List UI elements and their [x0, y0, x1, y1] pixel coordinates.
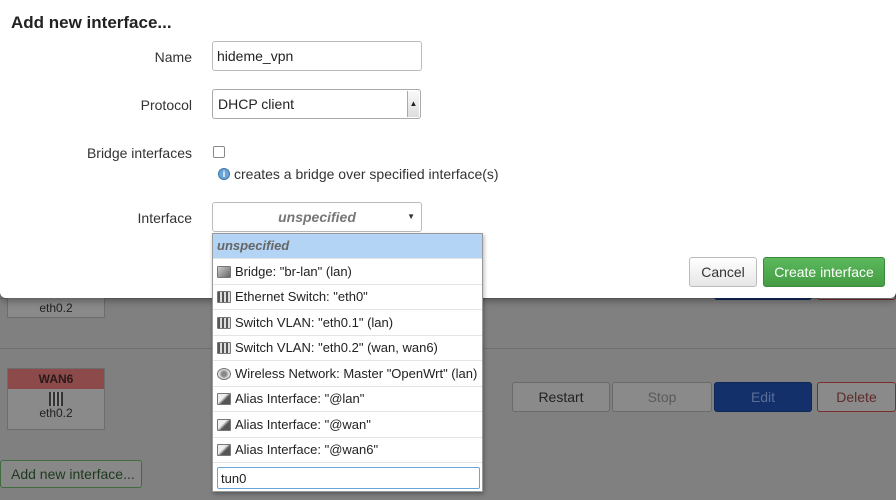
alias-icon — [217, 393, 231, 405]
ethernet-icon — [217, 291, 231, 303]
create-interface-button[interactable]: Create interface — [763, 257, 885, 287]
chevron-down-icon: ▼ — [407, 212, 415, 221]
restart-button[interactable]: Restart — [512, 382, 610, 412]
interface-name: WAN6 — [8, 369, 104, 389]
protocol-label: Protocol — [140, 97, 192, 113]
dropdown-item-label: Bridge: "br-lan" (lan) — [235, 264, 352, 279]
dropdown-item-label: Alias Interface: "@wan6" — [235, 442, 379, 457]
dropdown-item-vlan-eth0-1[interactable]: Switch VLAN: "eth0.1" (lan) — [213, 311, 482, 336]
dropdown-item-label: Switch VLAN: "eth0.1" (lan) — [235, 315, 394, 330]
bridge-icon — [217, 266, 231, 278]
select-arrows-icon: ▲ — [407, 91, 419, 117]
dropdown-item-label: Ethernet Switch: "eth0" — [235, 289, 368, 304]
name-input[interactable] — [212, 41, 422, 71]
interface-card-wan6: WAN6 eth0.2 — [7, 368, 105, 430]
edit-button[interactable]: Edit — [714, 382, 812, 412]
dropdown-item-alias-lan[interactable]: Alias Interface: "@lan" — [213, 387, 482, 412]
alias-icon — [217, 419, 231, 431]
interface-dropdown: unspecified Bridge: "br-lan" (lan) Ether… — [212, 233, 483, 492]
modal-title: Add new interface... — [11, 13, 172, 32]
interface-device: eth0.2 — [39, 406, 73, 420]
dropdown-item-bridge[interactable]: Bridge: "br-lan" (lan) — [213, 260, 482, 285]
stop-button[interactable]: Stop — [612, 382, 712, 412]
bridge-checkbox[interactable] — [213, 146, 225, 158]
dropdown-item-label: Alias Interface: "@lan" — [235, 391, 365, 406]
bridge-label: Bridge interfaces — [86, 145, 192, 161]
ethernet-icon — [217, 317, 231, 329]
dropdown-item-wireless[interactable]: Wireless Network: Master "OpenWrt" (lan) — [213, 362, 482, 387]
dropdown-item-ethernet-switch[interactable]: Ethernet Switch: "eth0" — [213, 285, 482, 310]
custom-interface-input[interactable] — [217, 467, 480, 489]
dropdown-item-label: Alias Interface: "@wan" — [235, 417, 371, 432]
interface-value: unspecified — [278, 209, 356, 225]
dropdown-item-alias-wan[interactable]: Alias Interface: "@wan" — [213, 413, 482, 438]
dropdown-item-label: unspecified — [217, 238, 290, 253]
ethernet-icon — [49, 392, 63, 406]
dropdown-item-vlan-eth0-2[interactable]: Switch VLAN: "eth0.2" (wan, wan6) — [213, 336, 482, 361]
protocol-value: DHCP client — [218, 96, 294, 112]
dropdown-item-unspecified[interactable]: unspecified — [213, 234, 482, 259]
dropdown-item-alias-wan6[interactable]: Alias Interface: "@wan6" — [213, 438, 482, 463]
dropdown-item-label: Wireless Network: Master "OpenWrt" (lan) — [235, 366, 478, 381]
ethernet-icon — [217, 342, 231, 354]
name-label: Name — [154, 49, 192, 65]
bridge-hint: creates a bridge over specified interfac… — [234, 166, 499, 182]
info-icon: i — [218, 168, 230, 180]
add-new-interface-button[interactable]: Add new interface... — [0, 460, 142, 488]
wifi-icon — [217, 368, 231, 380]
interface-label: Interface — [137, 210, 192, 226]
dropdown-item-label: Switch VLAN: "eth0.2" (wan, wan6) — [235, 340, 438, 355]
alias-icon — [217, 444, 231, 456]
delete-button[interactable]: Delete — [817, 382, 896, 412]
interface-select[interactable]: unspecified ▼ — [212, 202, 422, 232]
protocol-select[interactable]: DHCP client ▲ — [212, 89, 421, 119]
cancel-button[interactable]: Cancel — [689, 257, 757, 287]
